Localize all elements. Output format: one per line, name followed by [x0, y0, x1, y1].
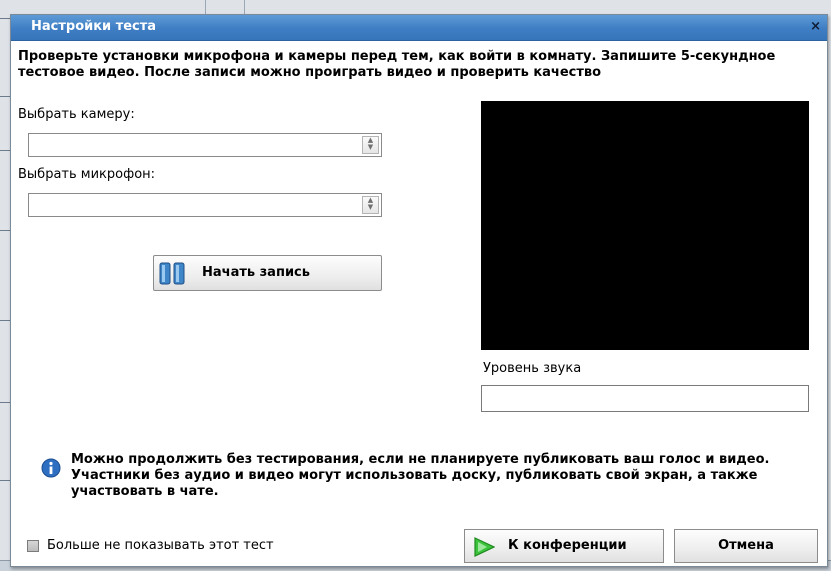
camera-label: Выбрать камеру:: [18, 107, 135, 122]
background-tick: [0, 480, 10, 481]
dialog-title: Настройки теста: [31, 19, 157, 34]
microphone-select[interactable]: ▲ ▼: [28, 193, 382, 217]
dialog-titlebar[interactable]: Настройки теста ×: [11, 15, 827, 41]
background-tick: [0, 320, 10, 321]
background-tick: [0, 96, 10, 97]
background-tick: [0, 230, 10, 231]
spinner-icon[interactable]: ▲ ▼: [362, 196, 379, 214]
background-tick: [0, 150, 10, 151]
intro-text: Проверьте установки микрофона и камеры п…: [18, 49, 776, 80]
start-recording-button[interactable]: Начать запись: [153, 255, 382, 291]
pause-icon: [159, 262, 185, 285]
sound-level-meter: [481, 385, 809, 412]
sound-level-label: Уровень звука: [483, 361, 582, 376]
join-conference-label: К конференции: [508, 538, 627, 553]
spinner-icon[interactable]: ▲ ▼: [362, 136, 379, 154]
info-text: Можно продолжить без тестирования, если …: [71, 452, 770, 499]
test-settings-dialog: Настройки теста × Проверьте установки ми…: [10, 14, 828, 567]
microphone-label: Выбрать микрофон:: [18, 167, 156, 182]
background-tick: [0, 18, 10, 19]
dont-show-label[interactable]: Больше не показывать этот тест: [47, 538, 274, 553]
dont-show-checkbox[interactable]: [27, 540, 39, 552]
cancel-button[interactable]: Отмена: [674, 529, 818, 563]
start-recording-label: Начать запись: [202, 265, 310, 280]
info-icon: [41, 458, 61, 478]
play-arrow-icon: [474, 537, 495, 557]
camera-select[interactable]: ▲ ▼: [28, 133, 382, 157]
video-preview: [481, 101, 809, 350]
close-icon[interactable]: ×: [810, 19, 821, 35]
join-conference-button[interactable]: К конференции: [464, 529, 664, 563]
background-tick: [0, 402, 10, 403]
